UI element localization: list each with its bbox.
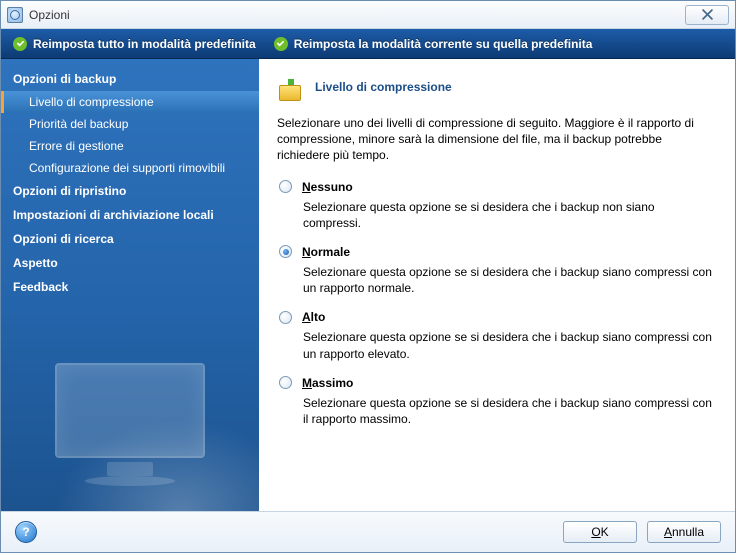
sidebar-item[interactable]: Configurazione dei supporti rimovibili — [1, 157, 259, 179]
radio-button[interactable] — [279, 180, 292, 193]
option-description: Selezionare questa opzione se si desider… — [303, 199, 713, 231]
cancel-rest: nnulla — [672, 525, 704, 539]
reset-all-label: Reimposta tutto in modalità predefinita — [33, 37, 256, 51]
compression-option: Alto Selezionare questa opzione se si des… — [277, 310, 717, 361]
option-label: Alto — [302, 310, 325, 324]
sidebar: Opzioni di backupLivello di compressione… — [1, 59, 259, 511]
sidebar-category[interactable]: Opzioni di backup — [1, 67, 259, 91]
reset-current-label: Reimposta la modalità corrente su quella… — [294, 37, 593, 51]
ok-accel: O — [591, 525, 600, 539]
ok-button[interactable]: OK — [563, 521, 637, 543]
monitor-illustration — [40, 363, 220, 493]
ok-rest: K — [601, 525, 609, 539]
sidebar-item[interactable]: Livello di compressione — [1, 91, 259, 113]
close-button[interactable] — [685, 5, 729, 25]
sidebar-category[interactable]: Opzioni di ricerca — [1, 227, 259, 251]
sidebar-item[interactable]: Priorità del backup — [1, 113, 259, 135]
content-panel: Livello di compressione Selezionare uno … — [259, 59, 735, 511]
help-button[interactable]: ? — [15, 521, 37, 543]
content-heading: Livello di compressione — [277, 73, 717, 101]
sidebar-item[interactable]: Errore di gestione — [1, 135, 259, 157]
compression-option: Massimo Selezionare questa opzione se si … — [277, 376, 717, 427]
option-label: Nessuno — [302, 180, 353, 194]
option-description: Selezionare questa opzione se si desider… — [303, 395, 713, 427]
option-head[interactable]: Massimo — [277, 376, 717, 390]
sidebar-category[interactable]: Aspetto — [1, 251, 259, 275]
option-head[interactable]: Nessuno — [277, 180, 717, 194]
option-description: Selezionare questa opzione se si desider… — [303, 264, 713, 296]
sidebar-category[interactable]: Feedback — [1, 275, 259, 299]
titlebar: Opzioni — [1, 1, 735, 29]
compression-option: Nessuno Selezionare questa opzione se si … — [277, 180, 717, 231]
compression-icon — [277, 73, 305, 101]
content-heading-text: Livello di compressione — [315, 80, 452, 94]
option-head[interactable]: Alto — [277, 310, 717, 324]
window-title: Opzioni — [29, 8, 70, 22]
option-description: Selezionare questa opzione se si desider… — [303, 329, 713, 361]
compression-option: Normale Selezionare questa opzione se si … — [277, 245, 717, 296]
app-icon — [7, 7, 23, 23]
option-label: Massimo — [302, 376, 353, 390]
reset-all-button[interactable]: Reimposta tutto in modalità predefinita — [13, 37, 256, 51]
options-group: Nessuno Selezionare questa opzione se si … — [277, 180, 717, 428]
sidebar-category[interactable]: Impostazioni di archiviazione locali — [1, 203, 259, 227]
close-icon — [702, 9, 713, 20]
radio-button[interactable] — [279, 311, 292, 324]
option-head[interactable]: Normale — [277, 245, 717, 259]
option-label: Normale — [302, 245, 350, 259]
reset-current-button[interactable]: Reimposta la modalità corrente su quella… — [274, 37, 593, 51]
sidebar-category[interactable]: Opzioni di ripristino — [1, 179, 259, 203]
check-icon — [274, 37, 288, 51]
radio-button[interactable] — [279, 376, 292, 389]
cancel-accel: A — [664, 525, 672, 539]
cancel-button[interactable]: Annulla — [647, 521, 721, 543]
bottombar: ? OK Annulla — [1, 512, 735, 552]
toolbar: Reimposta tutto in modalità predefinita … — [1, 29, 735, 59]
check-icon — [13, 37, 27, 51]
intro-text: Selezionare uno dei livelli di compressi… — [277, 115, 717, 164]
radio-button[interactable] — [279, 245, 292, 258]
body: Opzioni di backupLivello di compressione… — [1, 59, 735, 512]
